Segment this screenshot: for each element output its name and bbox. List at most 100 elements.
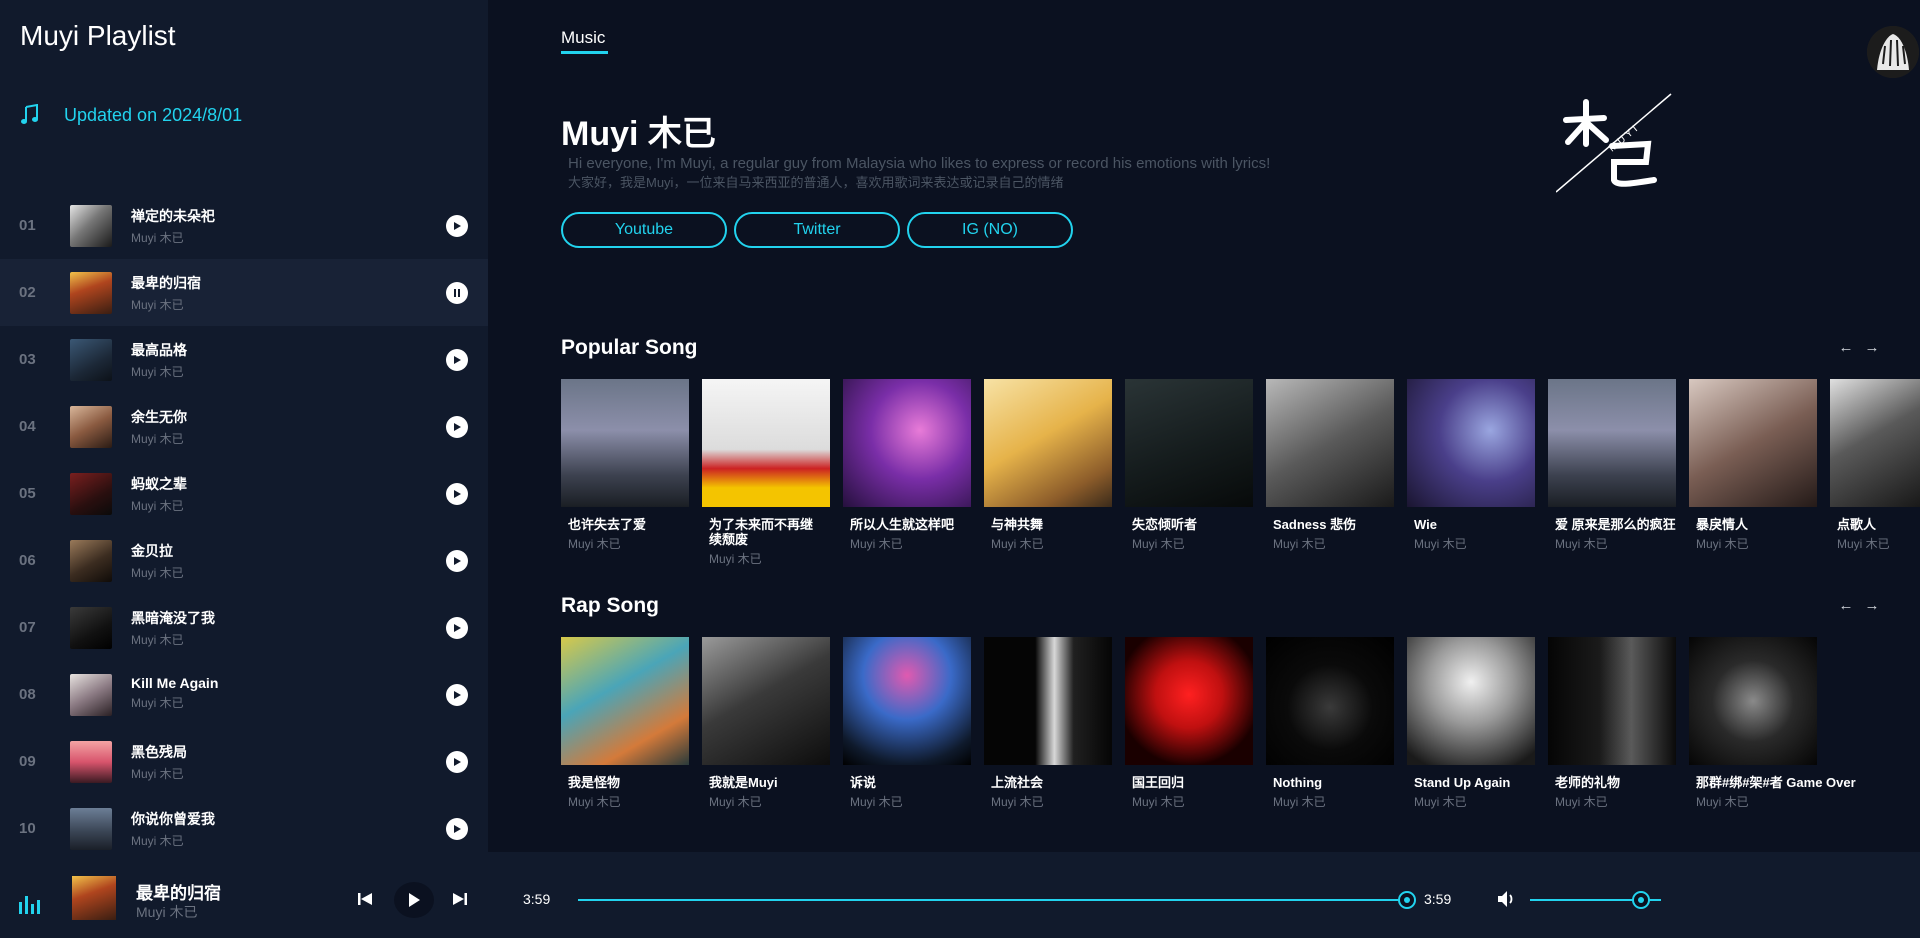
play-button[interactable] bbox=[446, 683, 468, 706]
track-row[interactable]: 04 余生无你 Muyi 木已 bbox=[0, 393, 488, 460]
song-cover bbox=[1689, 637, 1817, 765]
track-artist: Muyi 木已 bbox=[131, 566, 184, 580]
track-title: 黑暗淹没了我 bbox=[131, 610, 215, 626]
track-artist: Muyi 木已 bbox=[131, 499, 184, 513]
track-number: 09 bbox=[19, 753, 36, 770]
song-title: 也许失去了爱 bbox=[568, 517, 647, 532]
song-artist: Muyi 木已 bbox=[568, 537, 621, 551]
song-artist: Muyi 木已 bbox=[1414, 537, 1467, 551]
track-artist: Muyi 木已 bbox=[131, 365, 184, 379]
play-icon bbox=[454, 221, 461, 230]
twitter-button[interactable]: Twitter bbox=[734, 212, 900, 248]
tab-underline bbox=[561, 51, 608, 54]
song-card[interactable]: 那群#绑#架#者 Game Over Muyi 木已 bbox=[1689, 637, 1856, 810]
song-cover bbox=[984, 637, 1112, 765]
play-button[interactable] bbox=[446, 616, 468, 639]
track-row[interactable]: 09 黑色残局 Muyi 木已 bbox=[0, 728, 488, 795]
track-list: 01 禅定的未朵祀 Muyi 木已 02 最卑的归宿 Muyi 木已 03 最高… bbox=[0, 192, 488, 862]
total-time: 3:59 bbox=[1424, 891, 1452, 907]
song-title: 为了未来而不再继续颓废 bbox=[709, 517, 814, 547]
song-card[interactable]: 失恋倾听者 Muyi 木已 bbox=[1125, 379, 1253, 552]
play-button[interactable] bbox=[446, 549, 468, 572]
track-row[interactable]: 06 金贝拉 Muyi 木已 bbox=[0, 527, 488, 594]
track-row[interactable]: 07 黑暗淹没了我 Muyi 木已 bbox=[0, 594, 488, 661]
song-cover bbox=[561, 379, 689, 507]
song-artist: Muyi 木已 bbox=[1132, 795, 1185, 809]
play-button[interactable] bbox=[446, 214, 468, 237]
popular-next-arrow-icon[interactable]: → bbox=[1864, 340, 1880, 356]
track-number: 06 bbox=[19, 552, 36, 569]
track-row[interactable]: 08 Kill Me Again Muyi 木已 bbox=[0, 661, 488, 728]
progress-bar[interactable] bbox=[578, 899, 1407, 901]
track-row[interactable]: 05 蚂蚁之辈 Muyi 木已 bbox=[0, 460, 488, 527]
song-card[interactable]: 我就是Muyi Muyi 木已 bbox=[702, 637, 830, 810]
song-card[interactable]: 点歌人 Muyi 木已 bbox=[1830, 379, 1920, 552]
play-button[interactable] bbox=[446, 348, 468, 371]
song-card[interactable]: Stand Up Again Muyi 木已 bbox=[1407, 637, 1535, 810]
song-card[interactable]: 与神共舞 Muyi 木已 bbox=[984, 379, 1112, 552]
play-button[interactable] bbox=[446, 482, 468, 505]
song-card[interactable]: Sadness 悲伤 Muyi 木已 bbox=[1266, 379, 1394, 552]
track-title: 余生无你 bbox=[131, 409, 187, 425]
youtube-button[interactable]: Youtube bbox=[561, 212, 727, 248]
song-title: Sadness 悲伤 bbox=[1273, 517, 1357, 532]
previous-track-icon[interactable] bbox=[357, 891, 373, 907]
song-cover bbox=[843, 637, 971, 765]
track-row-active[interactable]: 02 最卑的归宿 Muyi 木已 bbox=[0, 259, 488, 326]
rap-next-arrow-icon[interactable]: → bbox=[1864, 598, 1880, 614]
song-cover bbox=[1407, 637, 1535, 765]
song-card[interactable]: 老师的礼物 Muyi 木已 bbox=[1548, 637, 1676, 810]
avatar-image bbox=[1867, 26, 1919, 78]
avatar[interactable] bbox=[1867, 26, 1919, 78]
song-title: Wie bbox=[1414, 517, 1437, 532]
song-card[interactable]: 也许失去了爱 Muyi 木已 bbox=[561, 379, 689, 552]
rap-section-title: Rap Song bbox=[561, 594, 659, 617]
song-artist: Muyi 木已 bbox=[1837, 537, 1890, 551]
song-card[interactable]: Nothing Muyi 木已 bbox=[1266, 637, 1394, 810]
song-artist: Muyi 木已 bbox=[991, 795, 1044, 809]
track-title: Kill Me Again bbox=[131, 675, 219, 691]
pause-button[interactable] bbox=[446, 281, 468, 304]
next-track-icon[interactable] bbox=[452, 891, 468, 907]
song-title: 那群#绑#架#者 Game Over bbox=[1696, 775, 1856, 790]
muyi-logo: MUYI bbox=[1556, 93, 1672, 193]
song-card[interactable]: 我是怪物 Muyi 木已 bbox=[561, 637, 689, 810]
track-row[interactable]: 01 禅定的未朵祀 Muyi 木已 bbox=[0, 192, 488, 259]
song-card[interactable]: 上流社会 Muyi 木已 bbox=[984, 637, 1112, 810]
song-card[interactable]: 爱 原来是那么的疯狂 Muyi 木已 bbox=[1548, 379, 1676, 552]
song-card[interactable]: 暴戾情人 Muyi 木已 bbox=[1689, 379, 1817, 552]
volume-icon[interactable] bbox=[1496, 889, 1518, 909]
track-cover bbox=[70, 807, 112, 850]
now-playing-artist: Muyi 木已 bbox=[136, 904, 198, 920]
play-button[interactable] bbox=[446, 415, 468, 438]
play-button[interactable] bbox=[446, 817, 468, 840]
song-title: 爱 原来是那么的疯狂 bbox=[1555, 517, 1676, 532]
track-title: 蚂蚁之辈 bbox=[131, 476, 187, 492]
instagram-button[interactable]: IG (NO) bbox=[907, 212, 1073, 248]
song-card[interactable]: Wie Muyi 木已 bbox=[1407, 379, 1535, 552]
song-title: 上流社会 bbox=[991, 775, 1044, 790]
song-card[interactable]: 诉说 Muyi 木已 bbox=[843, 637, 971, 810]
track-row[interactable]: 03 最高品格 Muyi 木已 bbox=[0, 326, 488, 393]
song-title: 点歌人 bbox=[1837, 517, 1877, 532]
popular-prev-arrow-icon[interactable]: ← bbox=[1838, 340, 1854, 356]
tab-music[interactable]: Music bbox=[561, 28, 605, 48]
song-cover bbox=[1407, 379, 1535, 507]
popular-song-row: 也许失去了爱 Muyi 木已 为了未来而不再继续颓废 Muyi 木已 所以人生就… bbox=[561, 379, 1920, 569]
track-number: 02 bbox=[19, 284, 36, 301]
track-number: 03 bbox=[19, 351, 36, 368]
play-button-main[interactable] bbox=[394, 882, 434, 918]
progress-handle[interactable] bbox=[1398, 891, 1416, 909]
song-card[interactable]: 所以人生就这样吧 Muyi 木已 bbox=[843, 379, 971, 552]
song-artist: Muyi 木已 bbox=[1273, 537, 1326, 551]
sidebar-title: Muyi Playlist bbox=[20, 20, 176, 51]
play-icon bbox=[454, 824, 461, 833]
rap-song-row: 我是怪物 Muyi 木已 我就是Muyi Muyi 木已 诉说 Muyi 木已 … bbox=[561, 637, 1920, 827]
song-cover bbox=[561, 637, 689, 765]
song-cover bbox=[1830, 379, 1920, 507]
song-card[interactable]: 国王回归 Muyi 木已 bbox=[1125, 637, 1253, 810]
rap-prev-arrow-icon[interactable]: ← bbox=[1838, 598, 1854, 614]
play-button[interactable] bbox=[446, 750, 468, 773]
song-card[interactable]: 为了未来而不再继续颓废 Muyi 木已 bbox=[702, 379, 830, 567]
play-icon bbox=[454, 422, 461, 431]
